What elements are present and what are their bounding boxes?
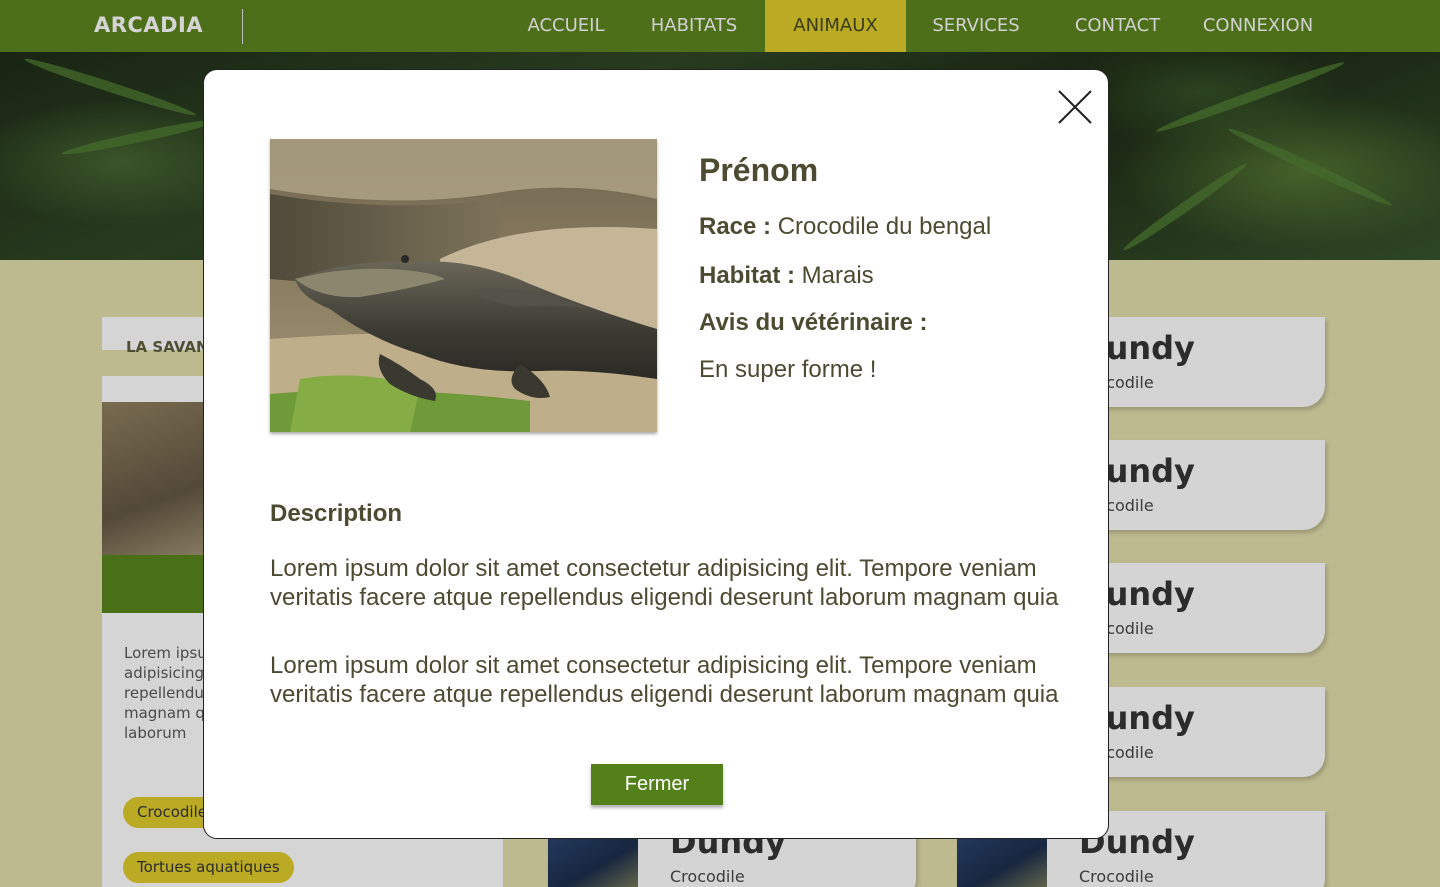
- animal-detail-modal: Prénom Race : Crocodile du bengal Habita…: [203, 69, 1109, 839]
- vet-value: En super forme !: [699, 356, 877, 383]
- race-label: Race :: [699, 213, 772, 240]
- crocodile-photo: [270, 139, 657, 432]
- habitat-row: Habitat : Marais: [699, 262, 874, 290]
- race-row: Race : Crocodile du bengal: [699, 213, 991, 241]
- habitat-value: Marais: [801, 262, 874, 289]
- race-value: Crocodile du bengal: [777, 213, 992, 240]
- description-paragraph: Lorem ipsum dolor sit amet consectetur a…: [270, 555, 1059, 611]
- description-paragraph: Lorem ipsum dolor sit amet consectetur a…: [270, 652, 1059, 708]
- vet-label: Avis du vétérinaire :: [699, 309, 928, 336]
- close-icon[interactable]: [1056, 88, 1094, 126]
- description-title: Description: [270, 500, 403, 527]
- vet-label-row: Avis du vétérinaire :: [699, 309, 928, 337]
- close-button[interactable]: Fermer: [591, 764, 723, 805]
- habitat-label: Habitat :: [699, 262, 795, 289]
- animal-first-name: Prénom: [699, 152, 819, 188]
